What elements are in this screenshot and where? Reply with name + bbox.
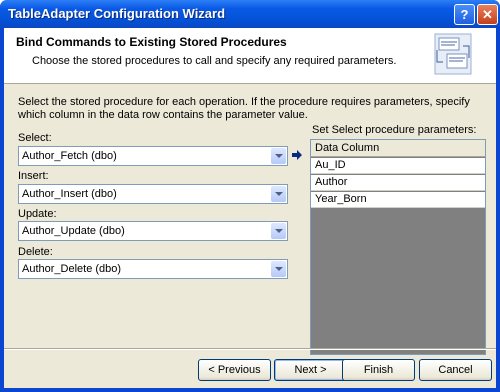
select-procedure-value: Author_Fetch (dbo) [22,150,117,162]
parameters-grid[interactable]: Data Column Au_ID Author Year_Born [310,139,486,355]
database-wizard-icon [434,33,472,75]
chevron-down-icon[interactable] [271,148,286,164]
close-button[interactable]: ✕ [477,4,498,25]
wizard-window: TableAdapter Configuration Wizard ? ✕ Bi… [0,0,500,392]
update-procedure-value: Author_Update (dbo) [22,225,125,237]
next-button[interactable]: Next > [274,359,347,381]
grid-row[interactable]: Au_ID [311,158,485,174]
cancel-button[interactable]: Cancel [419,359,492,381]
delete-procedure-dropdown[interactable]: Author_Delete (dbo) [18,259,288,279]
grid-row[interactable]: Author [311,175,485,191]
wizard-client-area: Bind Commands to Existing Stored Procedu… [4,28,496,388]
update-label: Update: [18,208,57,220]
select-procedure-dropdown[interactable]: Author_Fetch (dbo) [18,146,288,166]
chevron-down-icon[interactable] [271,186,286,202]
grid-column-header[interactable]: Data Column [311,140,485,157]
insert-procedure-value: Author_Insert (dbo) [22,188,117,200]
window-title: TableAdapter Configuration Wizard [8,6,226,21]
wizard-header: Bind Commands to Existing Stored Procedu… [4,28,496,84]
title-bar[interactable]: TableAdapter Configuration Wizard ? ✕ [0,0,500,28]
select-label: Select: [18,132,52,144]
parameters-label: Set Select procedure parameters: [312,124,477,136]
chevron-down-icon[interactable] [271,261,286,277]
update-procedure-dropdown[interactable]: Author_Update (dbo) [18,221,288,241]
grid-row[interactable]: Year_Born [311,192,485,208]
instructions-text: Select the stored procedure for each ope… [18,96,470,121]
grid-cell: Year_Born [315,193,367,205]
grid-cell: Author [315,176,348,188]
insert-procedure-dropdown[interactable]: Author_Insert (dbo) [18,184,288,204]
chevron-down-icon[interactable] [271,223,286,239]
grid-cell: Au_ID [315,159,346,171]
finish-button[interactable]: Finish [342,359,415,381]
page-title: Bind Commands to Existing Stored Procedu… [16,35,287,49]
arrow-right-icon [292,150,302,160]
column-header-label: Data Column [315,142,380,154]
page-subtitle: Choose the stored procedures to call and… [32,55,397,67]
delete-label: Delete: [18,246,53,258]
help-button[interactable]: ? [454,4,475,25]
footer-divider [4,348,496,350]
previous-button[interactable]: < Previous [198,359,271,381]
delete-procedure-value: Author_Delete (dbo) [22,263,122,275]
insert-label: Insert: [18,170,49,182]
